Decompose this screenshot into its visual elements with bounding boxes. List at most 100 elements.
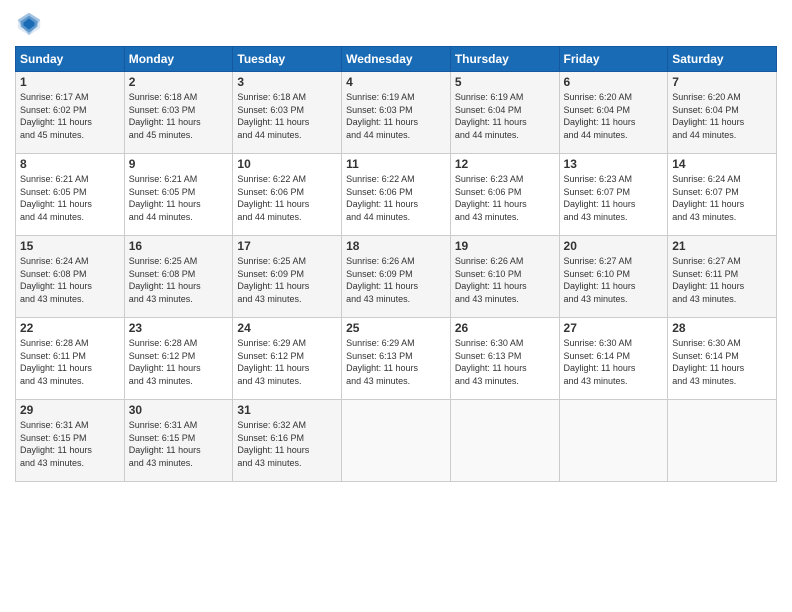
calendar-cell: 4 Sunrise: 6:19 AMSunset: 6:03 PMDaylight… <box>342 72 451 154</box>
day-info: Sunrise: 6:20 AMSunset: 6:04 PMDaylight:… <box>564 91 664 141</box>
day-info: Sunrise: 6:26 AMSunset: 6:09 PMDaylight:… <box>346 255 446 305</box>
weekday-header-wednesday: Wednesday <box>342 47 451 72</box>
day-info: Sunrise: 6:20 AMSunset: 6:04 PMDaylight:… <box>672 91 772 141</box>
day-info: Sunrise: 6:26 AMSunset: 6:10 PMDaylight:… <box>455 255 555 305</box>
calendar-cell: 28 Sunrise: 6:30 AMSunset: 6:14 PMDayligh… <box>668 318 777 400</box>
weekday-header-saturday: Saturday <box>668 47 777 72</box>
day-number: 15 <box>20 239 120 253</box>
day-number: 11 <box>346 157 446 171</box>
day-info: Sunrise: 6:23 AMSunset: 6:06 PMDaylight:… <box>455 173 555 223</box>
calendar-week-1: 1 Sunrise: 6:17 AMSunset: 6:02 PMDaylight… <box>16 72 777 154</box>
day-number: 13 <box>564 157 664 171</box>
day-number: 25 <box>346 321 446 335</box>
day-info: Sunrise: 6:28 AMSunset: 6:12 PMDaylight:… <box>129 337 229 387</box>
day-info: Sunrise: 6:32 AMSunset: 6:16 PMDaylight:… <box>237 419 337 469</box>
day-info: Sunrise: 6:25 AMSunset: 6:09 PMDaylight:… <box>237 255 337 305</box>
day-info: Sunrise: 6:29 AMSunset: 6:12 PMDaylight:… <box>237 337 337 387</box>
calendar-cell: 13Sunrise: 6:23 AMSunset: 6:07 PMDayligh… <box>559 154 668 236</box>
day-info: Sunrise: 6:28 AMSunset: 6:11 PMDaylight:… <box>20 337 120 387</box>
day-number: 21 <box>672 239 772 253</box>
day-number: 28 <box>672 321 772 335</box>
logo <box>15 10 47 38</box>
calendar-cell: 15 Sunrise: 6:24 AMSunset: 6:08 PMDayligh… <box>16 236 125 318</box>
day-info: Sunrise: 6:21 AMSunset: 6:05 PMDaylight:… <box>20 173 120 223</box>
calendar-cell <box>450 400 559 482</box>
calendar-table: SundayMondayTuesdayWednesdayThursdayFrid… <box>15 46 777 482</box>
calendar-cell: 24 Sunrise: 6:29 AMSunset: 6:12 PMDayligh… <box>233 318 342 400</box>
calendar-cell: 12 Sunrise: 6:23 AMSunset: 6:06 PMDayligh… <box>450 154 559 236</box>
weekday-header-friday: Friday <box>559 47 668 72</box>
calendar-cell: 10 Sunrise: 6:22 AMSunset: 6:06 PMDayligh… <box>233 154 342 236</box>
calendar-cell: 2 Sunrise: 6:18 AMSunset: 6:03 PMDaylight… <box>124 72 233 154</box>
day-number: 2 <box>129 75 229 89</box>
day-info: Sunrise: 6:25 AMSunset: 6:08 PMDaylight:… <box>129 255 229 305</box>
day-info: Sunrise: 6:27 AMSunset: 6:11 PMDaylight:… <box>672 255 772 305</box>
day-number: 22 <box>20 321 120 335</box>
calendar-cell: 1 Sunrise: 6:17 AMSunset: 6:02 PMDaylight… <box>16 72 125 154</box>
day-number: 20 <box>564 239 664 253</box>
header <box>15 10 777 38</box>
calendar-cell <box>668 400 777 482</box>
calendar-cell <box>559 400 668 482</box>
calendar-cell: 25 Sunrise: 6:29 AMSunset: 6:13 PMDayligh… <box>342 318 451 400</box>
day-number: 23 <box>129 321 229 335</box>
calendar-cell: 20Sunrise: 6:27 AMSunset: 6:10 PMDayligh… <box>559 236 668 318</box>
weekday-header-tuesday: Tuesday <box>233 47 342 72</box>
day-number: 31 <box>237 403 337 417</box>
page: SundayMondayTuesdayWednesdayThursdayFrid… <box>0 0 792 612</box>
day-info: Sunrise: 6:19 AMSunset: 6:04 PMDaylight:… <box>455 91 555 141</box>
day-number: 16 <box>129 239 229 253</box>
day-info: Sunrise: 6:22 AMSunset: 6:06 PMDaylight:… <box>237 173 337 223</box>
day-info: Sunrise: 6:30 AMSunset: 6:14 PMDaylight:… <box>672 337 772 387</box>
day-number: 4 <box>346 75 446 89</box>
day-number: 9 <box>129 157 229 171</box>
day-number: 12 <box>455 157 555 171</box>
day-info: Sunrise: 6:19 AMSunset: 6:03 PMDaylight:… <box>346 91 446 141</box>
day-info: Sunrise: 6:22 AMSunset: 6:06 PMDaylight:… <box>346 173 446 223</box>
calendar-cell: 18Sunrise: 6:26 AMSunset: 6:09 PMDayligh… <box>342 236 451 318</box>
weekday-header-row: SundayMondayTuesdayWednesdayThursdayFrid… <box>16 47 777 72</box>
day-number: 17 <box>237 239 337 253</box>
day-number: 27 <box>564 321 664 335</box>
day-number: 24 <box>237 321 337 335</box>
calendar-week-2: 8 Sunrise: 6:21 AMSunset: 6:05 PMDaylight… <box>16 154 777 236</box>
day-info: Sunrise: 6:29 AMSunset: 6:13 PMDaylight:… <box>346 337 446 387</box>
day-info: Sunrise: 6:17 AMSunset: 6:02 PMDaylight:… <box>20 91 120 141</box>
day-info: Sunrise: 6:30 AMSunset: 6:13 PMDaylight:… <box>455 337 555 387</box>
weekday-header-monday: Monday <box>124 47 233 72</box>
calendar-cell: 16 Sunrise: 6:25 AMSunset: 6:08 PMDayligh… <box>124 236 233 318</box>
calendar-cell <box>342 400 451 482</box>
calendar-cell: 21 Sunrise: 6:27 AMSunset: 6:11 PMDayligh… <box>668 236 777 318</box>
calendar-cell: 17 Sunrise: 6:25 AMSunset: 6:09 PMDayligh… <box>233 236 342 318</box>
day-number: 3 <box>237 75 337 89</box>
calendar-cell: 6Sunrise: 6:20 AMSunset: 6:04 PMDaylight… <box>559 72 668 154</box>
day-info: Sunrise: 6:31 AMSunset: 6:15 PMDaylight:… <box>20 419 120 469</box>
day-number: 30 <box>129 403 229 417</box>
day-number: 8 <box>20 157 120 171</box>
calendar-cell: 31 Sunrise: 6:32 AMSunset: 6:16 PMDayligh… <box>233 400 342 482</box>
calendar-cell: 14Sunrise: 6:24 AMSunset: 6:07 PMDayligh… <box>668 154 777 236</box>
day-number: 29 <box>20 403 120 417</box>
day-number: 26 <box>455 321 555 335</box>
weekday-header-thursday: Thursday <box>450 47 559 72</box>
calendar-cell: 11 Sunrise: 6:22 AMSunset: 6:06 PMDayligh… <box>342 154 451 236</box>
day-info: Sunrise: 6:24 AMSunset: 6:08 PMDaylight:… <box>20 255 120 305</box>
calendar-cell: 5Sunrise: 6:19 AMSunset: 6:04 PMDaylight… <box>450 72 559 154</box>
day-number: 1 <box>20 75 120 89</box>
day-info: Sunrise: 6:31 AMSunset: 6:15 PMDaylight:… <box>129 419 229 469</box>
calendar-cell: 8 Sunrise: 6:21 AMSunset: 6:05 PMDaylight… <box>16 154 125 236</box>
calendar-cell: 30 Sunrise: 6:31 AMSunset: 6:15 PMDayligh… <box>124 400 233 482</box>
calendar-cell: 23 Sunrise: 6:28 AMSunset: 6:12 PMDayligh… <box>124 318 233 400</box>
calendar-cell: 22 Sunrise: 6:28 AMSunset: 6:11 PMDayligh… <box>16 318 125 400</box>
calendar-cell: 19Sunrise: 6:26 AMSunset: 6:10 PMDayligh… <box>450 236 559 318</box>
day-info: Sunrise: 6:18 AMSunset: 6:03 PMDaylight:… <box>129 91 229 141</box>
calendar-week-3: 15 Sunrise: 6:24 AMSunset: 6:08 PMDayligh… <box>16 236 777 318</box>
day-info: Sunrise: 6:18 AMSunset: 6:03 PMDaylight:… <box>237 91 337 141</box>
calendar-cell: 9Sunrise: 6:21 AMSunset: 6:05 PMDaylight… <box>124 154 233 236</box>
calendar-cell: 3 Sunrise: 6:18 AMSunset: 6:03 PMDaylight… <box>233 72 342 154</box>
calendar-cell: 26 Sunrise: 6:30 AMSunset: 6:13 PMDayligh… <box>450 318 559 400</box>
calendar-cell: 27Sunrise: 6:30 AMSunset: 6:14 PMDayligh… <box>559 318 668 400</box>
weekday-header-sunday: Sunday <box>16 47 125 72</box>
day-number: 10 <box>237 157 337 171</box>
logo-icon <box>15 10 43 38</box>
